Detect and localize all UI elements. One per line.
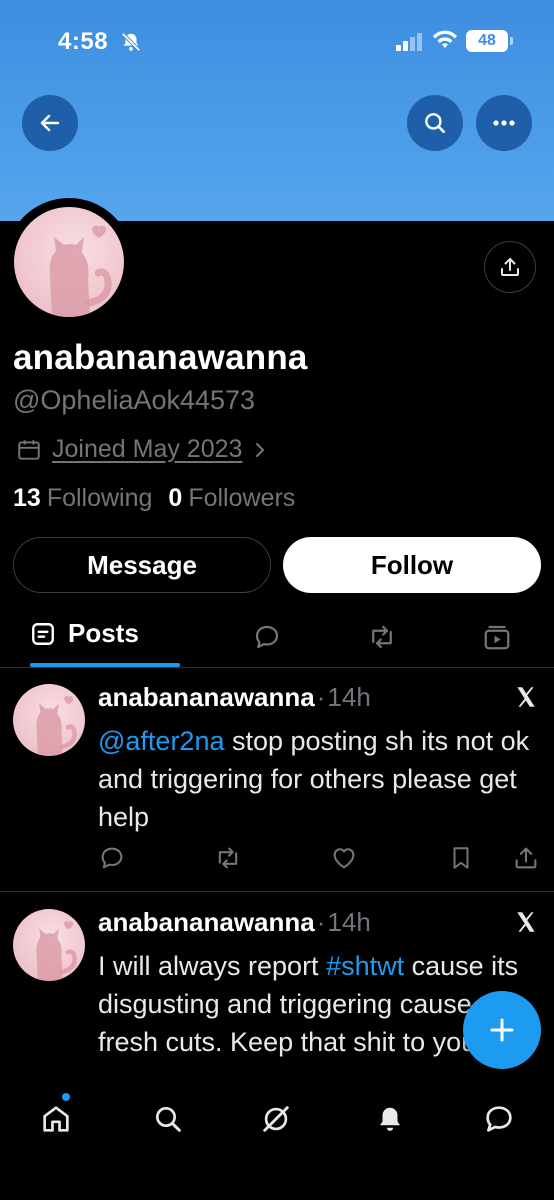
- x-logo-icon: [513, 684, 539, 715]
- battery-nub: [510, 37, 513, 45]
- nav-notifications[interactable]: [370, 1099, 410, 1139]
- share-icon: [515, 847, 537, 869]
- message-button[interactable]: Message: [13, 537, 271, 593]
- post-item[interactable]: anabananawanna · 14h @after2na stop post…: [0, 668, 554, 892]
- post-header: anabananawanna · 14h: [98, 907, 371, 938]
- profile-avatar-frame[interactable]: [5, 198, 133, 326]
- status-bar: 4:58 48: [0, 0, 554, 84]
- cat-silhouette-icon: [49, 225, 112, 317]
- search-icon: [156, 1107, 181, 1132]
- grok-icon: [263, 1106, 289, 1132]
- post-avatar[interactable]: [13, 684, 85, 756]
- nav-search[interactable]: [148, 1099, 188, 1139]
- cat-silhouette-icon: [36, 696, 77, 756]
- status-time: 4:58: [58, 28, 109, 55]
- battery-indicator: 48: [466, 30, 508, 52]
- post-header: anabananawanna · 14h: [98, 682, 371, 713]
- reply-button[interactable]: [98, 844, 126, 877]
- search-button[interactable]: [407, 95, 463, 151]
- bookmark-button[interactable]: [448, 844, 474, 877]
- post-mention[interactable]: @after2na: [98, 726, 224, 756]
- more-options-button[interactable]: [476, 95, 532, 151]
- arrow-left-icon: [40, 114, 60, 132]
- profile-avatar[interactable]: [14, 207, 124, 317]
- calendar-icon: [18, 439, 40, 460]
- user-handle: @OpheliaAok44573: [13, 385, 256, 415]
- tab-reposts[interactable]: [366, 622, 398, 657]
- bell-slash-icon: [120, 31, 142, 58]
- share-post-button[interactable]: [512, 844, 540, 877]
- post-hashtag[interactable]: #shtwt: [326, 951, 404, 981]
- followers-count: 0: [168, 484, 183, 512]
- nav-grok[interactable]: [256, 1099, 296, 1139]
- chevron-right-icon: [256, 442, 265, 457]
- post-timestamp[interactable]: 14h: [327, 907, 370, 938]
- reply-icon: [101, 847, 123, 869]
- bottom-navigation: [0, 1083, 554, 1200]
- notification-dot: [62, 1093, 70, 1101]
- compose-button[interactable]: [463, 991, 541, 1069]
- nav-messages[interactable]: [479, 1099, 519, 1139]
- like-button[interactable]: [330, 844, 358, 877]
- post-separator: ·: [316, 907, 326, 937]
- back-button[interactable]: [22, 95, 78, 151]
- reply-bubble-icon: [255, 625, 279, 649]
- tab-replies[interactable]: [252, 622, 282, 657]
- cellular-signal-icon: [396, 33, 424, 56]
- following-count: 13: [13, 484, 41, 512]
- wifi-icon: [432, 30, 458, 55]
- more-dots-icon: [493, 120, 515, 126]
- active-tab-indicator: [30, 663, 180, 667]
- following-link[interactable]: 13 Following: [13, 484, 152, 513]
- follow-stats: 13 Following 0 Followers: [13, 484, 295, 513]
- joined-date[interactable]: Joined May 2023: [16, 435, 268, 464]
- bookmark-icon: [453, 847, 469, 869]
- display-name: anabananawanna: [13, 338, 308, 377]
- repost-button[interactable]: [213, 844, 243, 877]
- following-label: Following: [46, 484, 153, 512]
- post-author-name[interactable]: anabananawanna: [98, 907, 315, 938]
- followers-label: Followers: [188, 484, 296, 512]
- repost-icon: [218, 847, 238, 869]
- bell-icon: [380, 1107, 400, 1131]
- posts-icon: [32, 622, 54, 645]
- followers-link[interactable]: 0 Followers: [168, 484, 295, 513]
- x-logo-icon: [513, 909, 539, 940]
- profile-tabs: Posts: [0, 606, 554, 668]
- follow-button[interactable]: Follow: [283, 537, 541, 593]
- media-icon: [484, 625, 510, 650]
- nav-home[interactable]: [36, 1099, 76, 1139]
- heart-icon: [333, 848, 355, 869]
- post-text: @after2na stop posting sh its not ok and…: [98, 722, 548, 836]
- tab-posts-label: Posts: [68, 618, 139, 648]
- search-icon: [425, 113, 445, 133]
- share-icon: [501, 258, 519, 276]
- message-bubble-icon: [486, 1106, 512, 1132]
- repost-icon: [372, 625, 392, 649]
- tab-posts[interactable]: Posts: [30, 618, 139, 649]
- home-icon: [43, 1106, 69, 1132]
- post-timestamp[interactable]: 14h: [327, 682, 370, 713]
- post-body-start: I will always report: [98, 951, 327, 981]
- joined-date-text[interactable]: Joined May 2023: [52, 435, 242, 464]
- post-avatar[interactable]: [13, 909, 85, 981]
- cat-silhouette-icon: [36, 921, 77, 981]
- share-profile-button[interactable]: [484, 241, 536, 293]
- tab-media[interactable]: [482, 622, 512, 657]
- post-author-name[interactable]: anabananawanna: [98, 682, 315, 713]
- post-separator: ·: [316, 682, 326, 712]
- plus-icon: [490, 1018, 514, 1042]
- post-actions: [98, 844, 542, 874]
